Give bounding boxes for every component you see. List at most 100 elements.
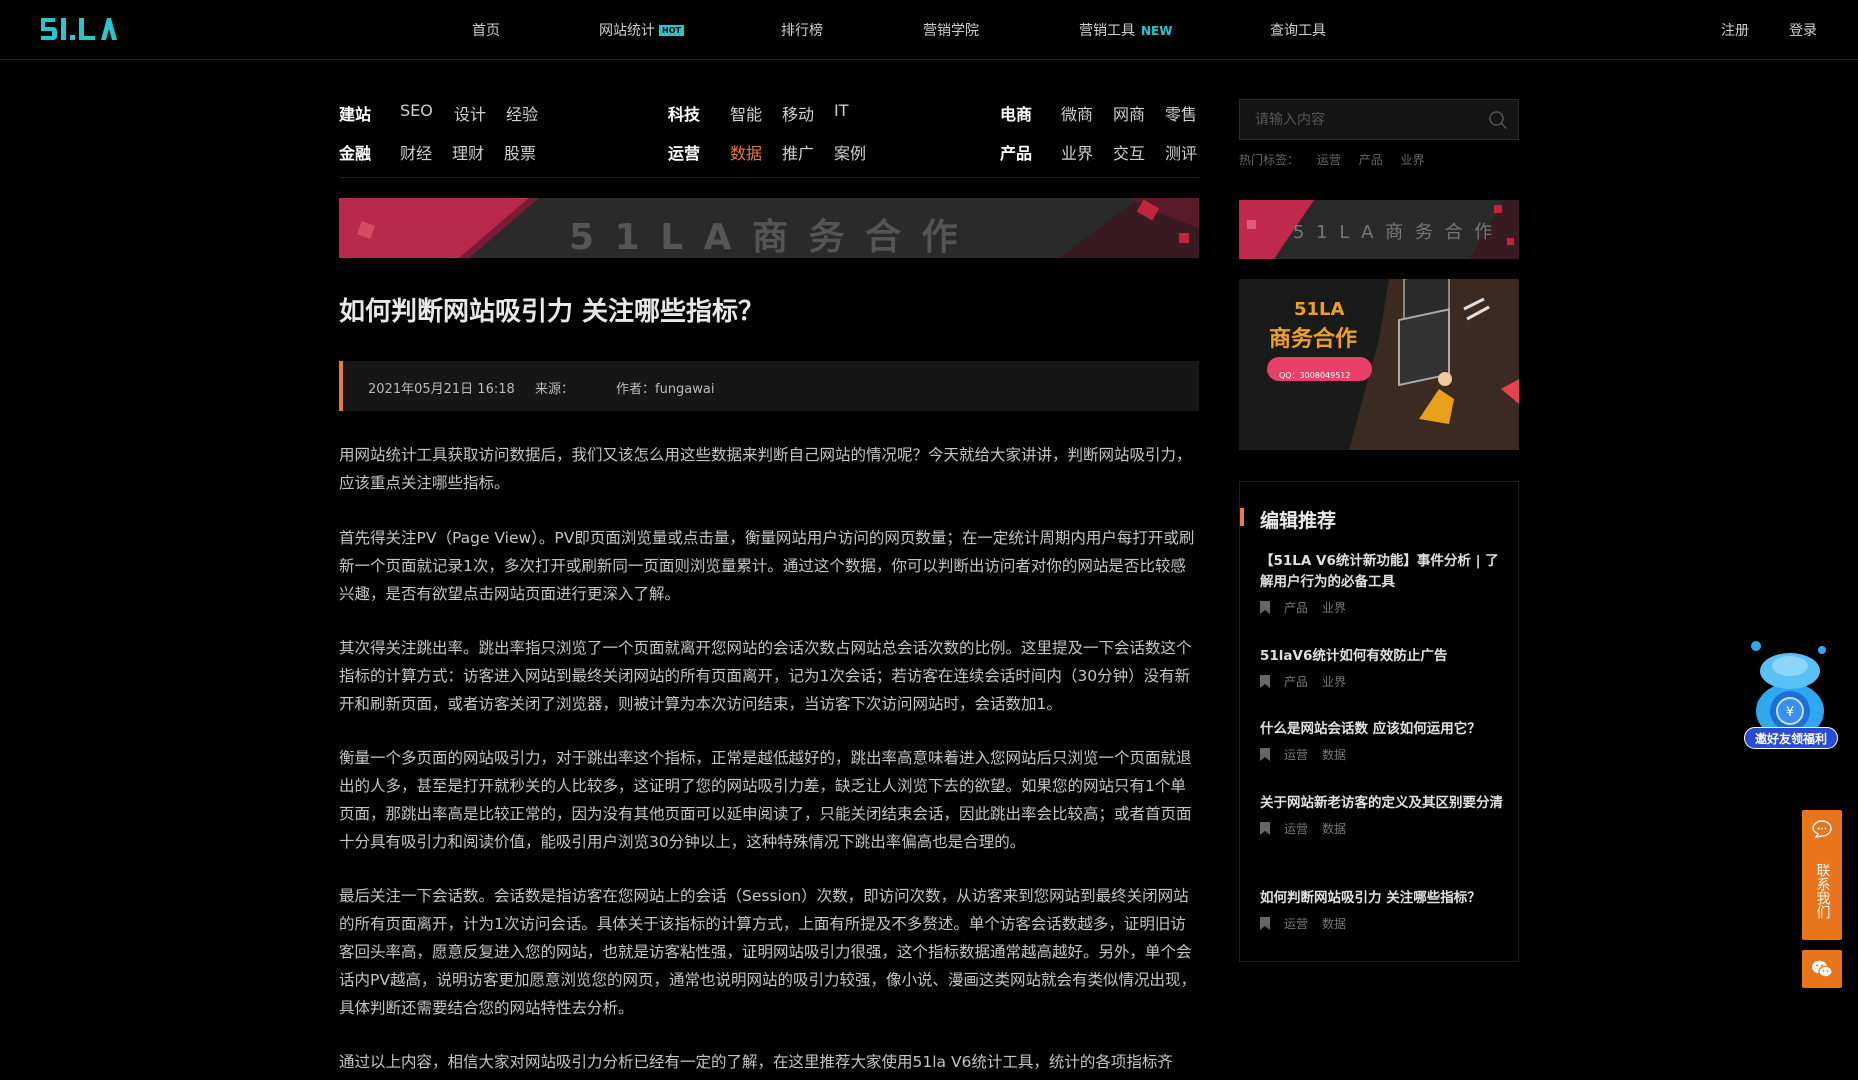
login-link[interactable]: 登录 — [1789, 20, 1817, 40]
pick-item[interactable]: 51laV6统计如何有效防止广告 产品 业界 — [1260, 646, 1505, 689]
article-paragraph: 最后关注一下会话数。会话数是指访客在您网站上的会话（Session）次数，即访问… — [339, 887, 1196, 1017]
category-head-ecommerce[interactable]: 电商 — [1000, 101, 1032, 125]
category-stocks[interactable]: 股票 — [504, 140, 536, 164]
category-retail[interactable]: 零售 — [1165, 101, 1197, 125]
pick-tag[interactable]: 运营 — [1284, 820, 1308, 837]
contact-us-label: 联系我们 — [1814, 863, 1831, 919]
hot-tags: 热门标签： 运营 产品 业界 — [1239, 151, 1439, 168]
business-banner[interactable]: 5 1 L A 商 务 合 作 — [339, 198, 1199, 258]
category-review[interactable]: 测评 — [1165, 140, 1197, 164]
pick-title[interactable]: 什么是网站会话数 应该如何运用它？ — [1260, 719, 1505, 740]
nav-marketing-academy[interactable]: 营销学院 — [923, 20, 979, 40]
category-head-product[interactable]: 产品 — [1000, 140, 1032, 164]
pick-tag[interactable]: 数据 — [1322, 746, 1346, 763]
bookmark-icon — [1260, 674, 1270, 688]
site-logo[interactable] — [39, 16, 117, 42]
category-online-business[interactable]: 网商 — [1113, 101, 1145, 125]
search-icon[interactable] — [1488, 110, 1508, 130]
editor-picks: 编辑推荐 【51LA V6统计新功能】事件分析 | 了解用户行为的必备工具 产品… — [1239, 481, 1519, 962]
article-paragraph: 用网站统计工具获取访问数据后，我们又该怎么用这些数据来判断自己网站的情况呢？今天… — [339, 446, 1192, 492]
article-date: 2021年05月21日 16:18 — [368, 382, 515, 397]
pick-tags: 运营 数据 — [1260, 820, 1505, 836]
hot-tag[interactable]: 业界 — [1401, 153, 1425, 167]
category-divider — [339, 177, 1199, 178]
pick-item[interactable]: 什么是网站会话数 应该如何运用它？ 运营 数据 — [1260, 719, 1505, 762]
bookmark-icon — [1260, 600, 1270, 614]
nav-marketing-tools[interactable]: 营销工具 NEW — [1079, 20, 1172, 40]
nav-query-tools[interactable]: 查询工具 — [1270, 20, 1326, 40]
hot-tag[interactable]: 产品 — [1359, 153, 1383, 167]
pick-title[interactable]: 【51LA V6统计新功能】事件分析 | 了解用户行为的必备工具 — [1260, 551, 1505, 593]
picks-accent-bar — [1240, 508, 1244, 526]
pick-item[interactable]: 【51LA V6统计新功能】事件分析 | 了解用户行为的必备工具 产品 业界 — [1260, 551, 1505, 615]
category-experience[interactable]: 经验 — [506, 101, 538, 125]
ad-title: 51LA — [1294, 299, 1345, 320]
pick-item[interactable]: 关于网站新老访客的定义及其区别要分清 运营 数据 — [1260, 793, 1505, 836]
search-input[interactable] — [1255, 110, 1475, 130]
chat-icon — [1812, 820, 1832, 838]
register-link[interactable]: 注册 — [1721, 20, 1749, 40]
category-wealth[interactable]: 理财 — [452, 140, 484, 164]
article-paragraph: 首先得关注PV（Page View）。PV即页面浏览量或点击量，衡量网站用户访问… — [339, 529, 1195, 603]
article-paragraph: 其次得关注跳出率。跳出率指只浏览了一个页面就离开您网站的会话次数占网站总会话次数… — [339, 639, 1192, 713]
hot-tag[interactable]: 运营 — [1317, 153, 1341, 167]
category-industry[interactable]: 业界 — [1061, 140, 1093, 164]
pick-item[interactable]: 如何判断网站吸引力 关注哪些指标？ 运营 数据 — [1260, 888, 1505, 931]
side-business-banner[interactable]: 5 1 L A 商 务 合 作 — [1239, 200, 1519, 259]
bookmark-icon — [1260, 821, 1270, 835]
new-badge: NEW — [1141, 24, 1173, 38]
pick-tag[interactable]: 产品 — [1284, 599, 1308, 616]
pick-title[interactable]: 关于网站新老访客的定义及其区别要分清 — [1260, 793, 1505, 814]
category-promotion[interactable]: 推广 — [782, 140, 814, 164]
article-source-label: 来源： — [535, 382, 575, 397]
ad-decoration — [1267, 279, 1519, 450]
article-meta: 2021年05月21日 16:18 来源： 作者：fungawai — [339, 361, 1199, 411]
nav-site-stats[interactable]: 网站统计 HOT — [599, 20, 684, 40]
pick-tag[interactable]: 运营 — [1284, 746, 1308, 763]
wechat-icon — [1812, 960, 1833, 978]
business-ad-banner[interactable]: 51LA 商务合作 QQ：3008049512 — [1239, 279, 1519, 450]
side-banner-text: 5 1 L A 商 务 合 作 — [1293, 222, 1496, 243]
pick-tags: 产品 业界 — [1260, 673, 1505, 689]
hot-tags-label: 热门标签： — [1239, 153, 1300, 167]
article-paragraph: 衡量一个多页面的网站吸引力，对于跳出率这个指标，正常是越低越好的，跳出率高意味着… — [339, 749, 1192, 851]
top-nav: 首页 网站统计 HOT 排行榜 营销学院 营销工具 NEW 查询工具 注册 登录 — [0, 0, 1858, 60]
ad-subtitle: 商务合作 — [1269, 327, 1358, 352]
invite-friends-button[interactable]: 邀好友领福利 — [1744, 727, 1838, 749]
pick-title[interactable]: 如何判断网站吸引力 关注哪些指标？ — [1260, 888, 1505, 909]
picks-title: 编辑推荐 — [1260, 510, 1337, 532]
bookmark-icon — [1260, 916, 1270, 930]
category-mobile[interactable]: 移动 — [782, 101, 814, 125]
pick-tag[interactable]: 数据 — [1322, 820, 1346, 837]
category-head-tech[interactable]: 科技 — [668, 101, 700, 125]
category-design[interactable]: 设计 — [454, 101, 486, 125]
category-smart[interactable]: 智能 — [730, 101, 762, 125]
pick-tag[interactable]: 运营 — [1284, 915, 1308, 932]
svg-text:¥: ¥ — [1786, 705, 1794, 720]
category-data[interactable]: 数据 — [730, 140, 762, 164]
article-paragraph: 通过以上内容，相信大家对网站吸引力分析已经有一定的了解，在这里推荐大家使用51l… — [339, 1053, 1173, 1071]
category-wechat-business[interactable]: 微商 — [1061, 101, 1093, 125]
pick-tag[interactable]: 数据 — [1322, 915, 1346, 932]
pick-tag[interactable]: 业界 — [1322, 673, 1346, 690]
pick-tag[interactable]: 产品 — [1284, 673, 1308, 690]
category-head-operations[interactable]: 运营 — [668, 140, 700, 164]
category-head-build[interactable]: 建站 — [339, 101, 371, 125]
category-head-finance[interactable]: 金融 — [339, 140, 371, 164]
nav-home[interactable]: 首页 — [472, 20, 500, 40]
bookmark-icon — [1260, 747, 1270, 761]
category-economics[interactable]: 财经 — [400, 140, 432, 164]
category-seo[interactable]: SEO — [400, 101, 433, 120]
pick-title[interactable]: 51laV6统计如何有效防止广告 — [1260, 646, 1505, 667]
article-author: 作者：fungawai — [616, 382, 715, 397]
article-title: 如何判断网站吸引力 关注哪些指标？ — [339, 297, 765, 327]
category-interaction[interactable]: 交互 — [1113, 140, 1145, 164]
pick-tag[interactable]: 业界 — [1322, 599, 1346, 616]
wechat-button[interactable] — [1802, 950, 1842, 988]
category-cases[interactable]: 案例 — [834, 140, 866, 164]
category-it[interactable]: IT — [834, 101, 849, 120]
search-box — [1239, 99, 1519, 140]
pick-tags: 运营 数据 — [1260, 746, 1505, 762]
nav-ranking[interactable]: 排行榜 — [781, 20, 823, 40]
contact-us-button[interactable]: 联系我们 — [1802, 810, 1842, 940]
